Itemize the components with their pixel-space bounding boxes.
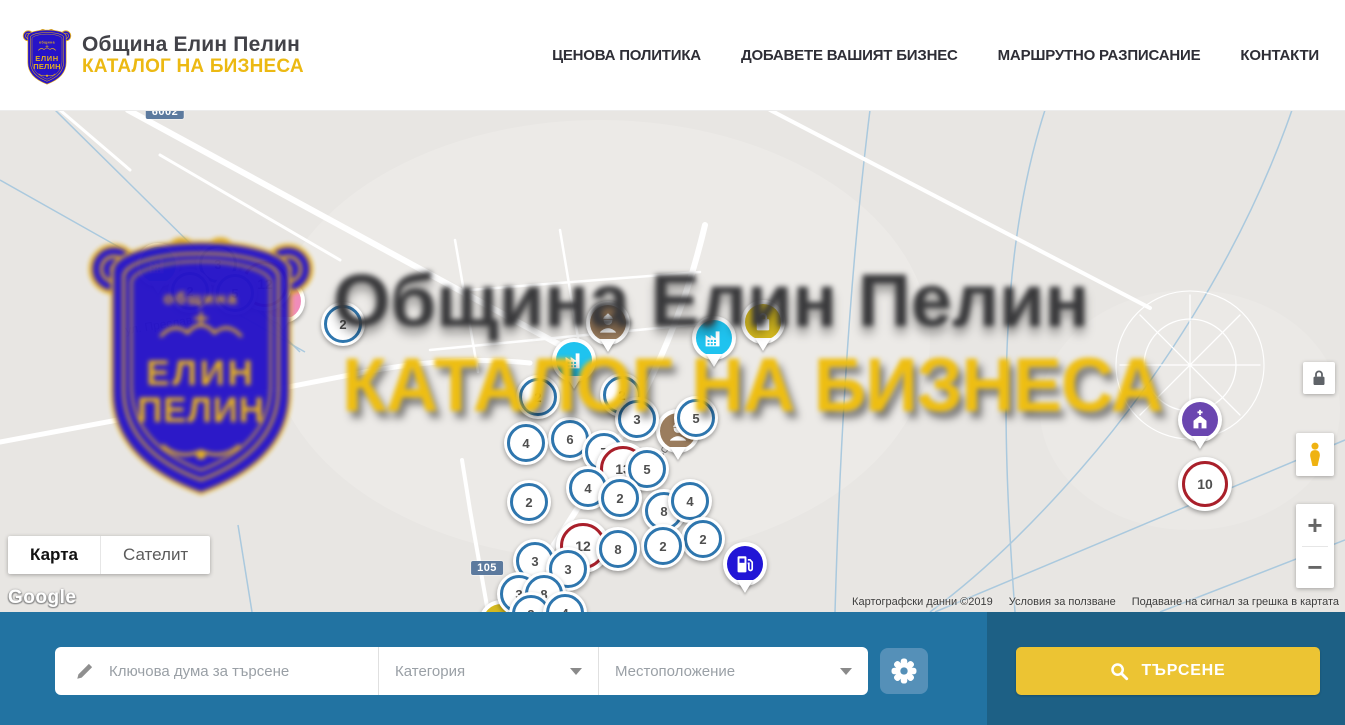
category-select[interactable]: Категория xyxy=(379,647,599,695)
pin-tail xyxy=(566,376,582,389)
factory-icon xyxy=(556,342,592,378)
map-cluster-marker[interactable]: 5 xyxy=(674,396,718,440)
nav-item[interactable]: МАРШРУТНО РАЗПИСАНИЕ xyxy=(998,47,1201,64)
map-cluster-marker[interactable]: 2 xyxy=(168,269,212,313)
map-attribution: Картографски данни ©2019 Условия за ползв… xyxy=(852,596,1339,608)
chevron-down-icon xyxy=(840,668,852,675)
search-button-label: ТЪРСЕНЕ xyxy=(1141,662,1225,680)
cluster-count: 2 xyxy=(510,483,548,521)
attribution-text: Картографски данни ©2019 xyxy=(852,596,993,608)
site-title: Община Елин Пелин xyxy=(82,33,304,57)
map-pin-marker-church[interactable] xyxy=(1178,398,1222,442)
site-logo[interactable]: Община Елин Пелин КАТАЛОГ НА БИЗНЕСА xyxy=(22,23,304,87)
location-select-value: Местоположение xyxy=(615,663,735,680)
cluster-count: 2 xyxy=(644,527,682,565)
fuel-icon xyxy=(727,546,763,582)
pin-tail xyxy=(670,447,686,460)
cluster-count: 2 xyxy=(324,305,362,343)
category-select-value: Категория xyxy=(395,663,465,680)
pin-tail xyxy=(706,354,722,367)
lock-icon xyxy=(1309,368,1329,388)
map-pin-marker-factory[interactable] xyxy=(692,316,736,360)
search-bar: Категория Местоположение ТЪРСЕНЕ xyxy=(0,612,1345,725)
header: Община Елин Пелин КАТАЛОГ НА БИЗНЕСА ЦЕН… xyxy=(0,0,1345,111)
cluster-count: 2 xyxy=(684,520,722,558)
pin-tail xyxy=(600,339,616,352)
map-type-control: Карта Сателит xyxy=(8,536,210,574)
nav-item[interactable]: ДОБАВЕТЕ ВАШИЯТ БИЗНЕС xyxy=(741,47,958,64)
attribution-link[interactable]: Условия за ползване xyxy=(1009,596,1116,608)
advanced-search-settings-button[interactable] xyxy=(880,648,928,694)
site-subtitle: КАТАЛОГ НА БИЗНЕСА xyxy=(82,56,304,77)
zoom-out-button[interactable]: − xyxy=(1296,547,1334,588)
zoom-control: + − xyxy=(1296,504,1334,588)
cluster-count: 2 xyxy=(519,378,557,416)
map-cluster-marker[interactable]: 2 xyxy=(641,524,685,568)
cluster-count: 4 xyxy=(671,482,709,520)
cluster-count: 10 xyxy=(1182,461,1228,507)
bag-icon xyxy=(745,304,781,340)
location-select[interactable]: Местоположение xyxy=(599,647,868,695)
cluster-count: 3 xyxy=(618,400,656,438)
factory-icon xyxy=(140,247,176,283)
google-logo[interactable]: Google xyxy=(8,587,76,609)
map-cluster-marker[interactable]: 5 xyxy=(213,271,257,315)
cluster-count: 4 xyxy=(507,424,545,462)
zoom-in-button[interactable]: + xyxy=(1296,505,1334,546)
attribution-link[interactable]: Подаване на сигнал за грешка в картата xyxy=(1132,596,1339,608)
road-number-badge: 6002 xyxy=(146,110,184,119)
municipality-crest-icon xyxy=(22,23,72,87)
map-cluster-marker[interactable]: 2 xyxy=(598,476,642,520)
road-number-badge: 105 xyxy=(471,561,503,575)
gear-icon xyxy=(891,658,917,684)
map-canvas[interactable]: 6002105 ул. Преславбул. „Новоселци“ 3122… xyxy=(0,110,1345,612)
lock-control-button[interactable] xyxy=(1303,362,1335,394)
pin-tail xyxy=(150,281,166,294)
map-cluster-marker[interactable]: 8 xyxy=(596,527,640,571)
pin-tail xyxy=(755,338,771,351)
chevron-down-icon xyxy=(570,668,582,675)
pin-tail xyxy=(1192,436,1208,449)
pin-tail xyxy=(737,580,753,593)
factory-icon xyxy=(696,320,732,356)
keyword-search-input[interactable] xyxy=(107,662,341,681)
cluster-count: 2 xyxy=(601,479,639,517)
map-cluster-marker[interactable]: 2 xyxy=(507,480,551,524)
map-pin-marker-fuel[interactable] xyxy=(723,542,767,586)
main-nav: ЦЕНОВА ПОЛИТИКА ДОБАВЕТЕ ВАШИЯТ БИЗНЕС МАР… xyxy=(552,47,1319,64)
cluster-count: 5 xyxy=(216,274,254,312)
map-cluster-marker[interactable]: 10 xyxy=(1178,457,1232,511)
map-pin-marker-factory[interactable] xyxy=(552,338,596,382)
cluster-count: 5 xyxy=(677,399,715,437)
map-cluster-marker[interactable]: 4 xyxy=(504,421,548,465)
search-icon xyxy=(1110,662,1129,681)
search-panel: Категория Местоположение xyxy=(55,647,868,695)
cluster-count: 2 xyxy=(171,272,209,310)
map-cluster-marker[interactable]: 3 xyxy=(615,397,659,441)
worker-icon xyxy=(590,305,626,341)
map-type-map-button[interactable]: Карта xyxy=(8,536,100,574)
map-type-satellite-button[interactable]: Сателит xyxy=(100,536,210,574)
map-pin-marker-bag[interactable] xyxy=(741,300,785,344)
nav-item[interactable]: КОНТАКТИ xyxy=(1240,47,1319,64)
map-cluster-marker[interactable]: 2 xyxy=(516,375,560,419)
nav-item[interactable]: ЦЕНОВА ПОЛИТИКА xyxy=(552,47,701,64)
keyword-field-wrapper xyxy=(55,647,379,695)
cluster-count: 8 xyxy=(599,530,637,568)
pin-tail xyxy=(275,317,291,330)
pencil-icon xyxy=(75,662,94,681)
map-cluster-marker[interactable]: 2 xyxy=(321,302,365,346)
pegman-icon xyxy=(1304,441,1326,468)
street-view-pegman-button[interactable] xyxy=(1296,433,1334,476)
search-button[interactable]: ТЪРСЕНЕ xyxy=(1016,647,1320,695)
map-cluster-marker[interactable]: 2 xyxy=(681,517,725,561)
church-icon xyxy=(1182,402,1218,438)
cluster-count: 4 xyxy=(546,594,584,612)
